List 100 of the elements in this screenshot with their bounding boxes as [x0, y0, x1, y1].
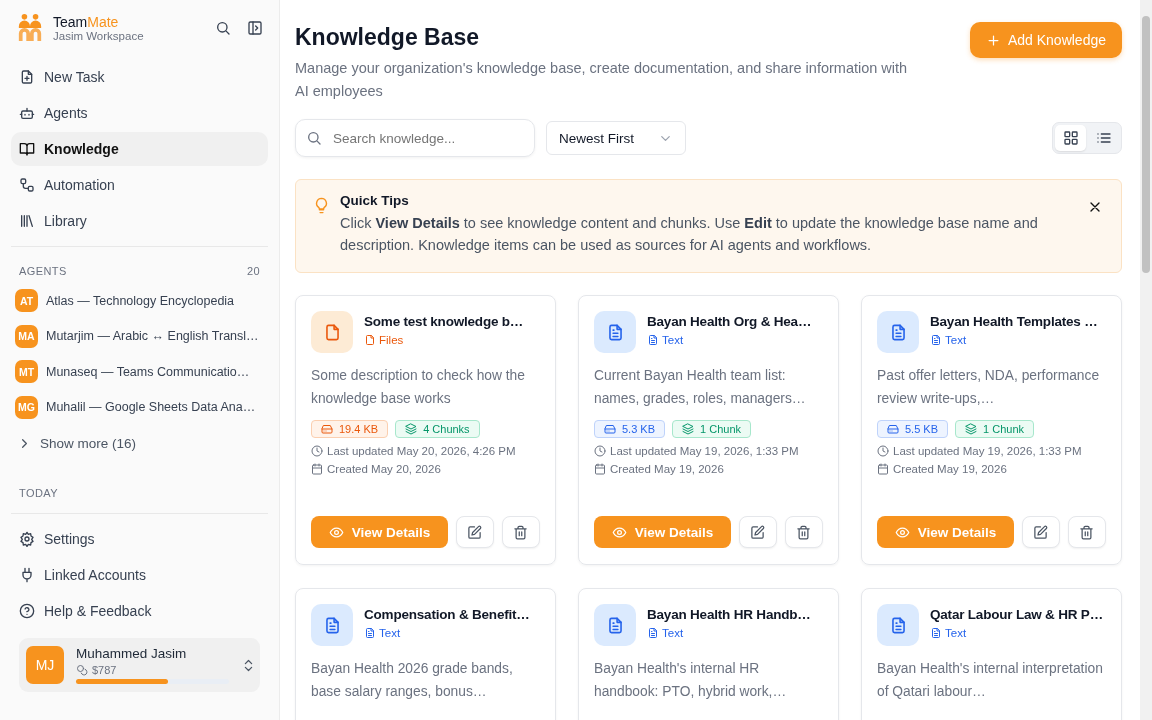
drive-icon: [604, 423, 616, 435]
card-title: Bayan Health Org & Hea…: [647, 314, 812, 329]
agent-avatar: MA: [15, 324, 38, 348]
agent-name[interactable]: Mutarjim — Arabic ↔ English Transl…: [46, 329, 259, 344]
type-label: Text: [647, 627, 684, 639]
edit-button[interactable]: [455, 516, 494, 548]
tips-title: Quick Tips: [340, 193, 410, 208]
trash-icon: [796, 524, 812, 540]
agent-name[interactable]: Munaseq — Teams Communicatio…: [46, 364, 250, 379]
books-icon: [19, 213, 35, 229]
layers-icon: [682, 423, 695, 435]
card-description: Bayan Health 2026 grade bands, base salary ranges, bonus…: [311, 660, 514, 701]
flow-icon: [19, 177, 35, 193]
list-icon: [1095, 130, 1112, 146]
updated-date: Last updated May 20, 2026, 4:26 PM: [327, 445, 516, 457]
clock-icon: [877, 445, 889, 457]
edit-icon: [750, 524, 766, 540]
updated-date: Last updated May 19, 2026, 1:33 PM: [610, 445, 799, 457]
created-date: Created May 20, 2026: [327, 463, 441, 475]
nav-item[interactable]: Help & Feedback: [11, 594, 268, 628]
card-title: Qatar Labour Law & HR P…: [930, 607, 1103, 622]
trash-icon: [513, 524, 529, 540]
calendar-icon: [877, 463, 889, 475]
created-date: Created May 19, 2026: [893, 463, 1007, 475]
edit-icon: [467, 524, 483, 540]
card-description: Current Bayan Health team list: names, grades, roles, managers…: [594, 367, 807, 408]
nav-item[interactable]: Library: [11, 204, 268, 238]
size-badge: 5.5 KB: [877, 420, 949, 438]
document-icon: [647, 627, 659, 639]
delete-button[interactable]: [1067, 516, 1106, 548]
lightbulb-icon: [313, 197, 330, 214]
type-label: Text: [364, 627, 401, 639]
agent-name[interactable]: Muhalil — Google Sheets Data Ana…: [46, 400, 256, 415]
trash-icon: [1079, 524, 1095, 540]
document-icon: [647, 334, 659, 346]
type-label: Files: [364, 334, 404, 346]
search-icon[interactable]: [215, 20, 231, 36]
help-icon: [19, 603, 35, 619]
section-title: TODAY: [19, 487, 58, 499]
card-description: Bayan Health's internal HR handbook: PTO, hybrid work,…: [594, 660, 788, 701]
file-icon: [364, 334, 376, 346]
size-badge: 5.3 KB: [594, 420, 666, 438]
nav-item[interactable]: Knowledge: [11, 132, 268, 166]
edit-button[interactable]: [738, 516, 777, 548]
type-label: Text: [930, 334, 967, 346]
eye-icon: [328, 524, 344, 540]
nav-item[interactable]: New Task: [11, 60, 268, 94]
book-icon: [19, 141, 35, 157]
agent-name[interactable]: Atlas — Technology Encyclopedia: [46, 293, 235, 308]
edit-button[interactable]: [1021, 516, 1060, 548]
page-title: Knowledge Base: [295, 24, 481, 51]
calendar-icon: [594, 463, 606, 475]
robot-icon: [19, 105, 35, 121]
size-badge: 19.4 KB: [311, 420, 389, 438]
agent-count: 20: [246, 265, 260, 277]
card-description: Bayan Health's internal interpretation of Qatari labour…: [877, 660, 1104, 701]
document-icon: [930, 334, 942, 346]
clock-icon: [311, 445, 323, 457]
brand-name: TeamMate: [53, 14, 120, 30]
grid-icon: [1062, 130, 1079, 146]
search-field[interactable]: Search knowledge...: [295, 119, 535, 157]
card-description: Past offer letters, NDA, performance review write-ups,…: [877, 367, 1101, 408]
eye-icon: [611, 524, 627, 540]
tips-text: Click View Details to see knowledge content and chunks. Use Edit to update the knowledge base name and description. Knowledge items can be used as sources for AI agents and workflows.: [340, 214, 1039, 255]
grid-view-button[interactable]: [1055, 125, 1086, 151]
type-label: Text: [930, 627, 967, 639]
type-label: Text: [647, 334, 684, 346]
agent-avatar: AT: [15, 289, 38, 313]
card-title: Bayan Health HR Handb…: [647, 607, 811, 622]
nav-item[interactable]: Automation: [11, 168, 268, 202]
delete-button[interactable]: [501, 516, 540, 548]
edit-icon: [1033, 524, 1049, 540]
agent-avatar: MG: [15, 395, 38, 419]
chunk-badge: 1 Chunk: [672, 420, 751, 438]
nav-item[interactable]: Agents: [11, 96, 268, 130]
eye-icon: [894, 524, 910, 540]
sidebar-toggle-icon[interactable]: [247, 20, 263, 36]
user-card[interactable]: MJ Muhammed Jasim $787: [19, 638, 260, 692]
drive-icon: [321, 423, 333, 435]
page-subtitle: Manage your organization's knowledge base, create documentation, and share information with AI employees: [295, 59, 909, 101]
plug-icon: [19, 567, 35, 583]
section-title: AGENTS: [19, 265, 67, 277]
delete-button[interactable]: [784, 516, 823, 548]
settings-icon: [19, 531, 35, 547]
document-icon: [364, 627, 376, 639]
show-more-link[interactable]: Show more (16): [0, 425, 154, 461]
nav-item[interactable]: Settings: [11, 522, 268, 556]
logo-icon: [17, 12, 43, 44]
search-input[interactable]: Search knowledge...: [331, 129, 524, 147]
agent-avatar: MT: [15, 360, 38, 384]
sort-dropdown[interactable]: Newest First: [546, 121, 686, 155]
updated-date: Last updated May 19, 2026, 1:33 PM: [893, 445, 1082, 457]
scrollbar[interactable]: [1140, 0, 1152, 720]
nav-item[interactable]: Linked Accounts: [11, 558, 268, 592]
card-description: Some description to check how the knowledge base works: [311, 367, 526, 408]
card-title: Compensation & Benefit…: [364, 607, 530, 622]
created-date: Created May 19, 2026: [610, 463, 724, 475]
layers-icon: [405, 423, 418, 435]
layers-icon: [965, 423, 978, 435]
document-icon: [930, 627, 942, 639]
